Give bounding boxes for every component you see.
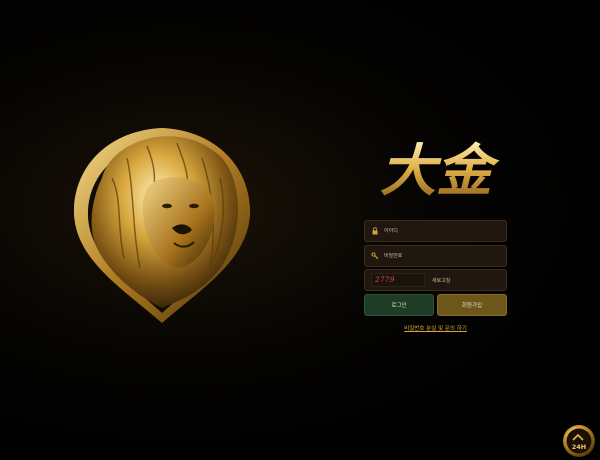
captcha-refresh-button[interactable]: 새로고침 <box>432 277 450 284</box>
captcha-code: 2779 <box>375 276 395 284</box>
password-field <box>364 244 507 267</box>
key-icon <box>371 251 379 260</box>
login-form: 2779 새로고침 로그인 회원가입 비밀번호 분실 및 문의 하기 <box>364 220 507 332</box>
find-password-link[interactable]: 비밀번호 분실 및 문의 하기 <box>364 324 507 332</box>
logo-text: 大金 <box>380 138 500 204</box>
badge-text: 24H <box>572 443 587 451</box>
brand-logo: 大金 <box>380 138 500 204</box>
captcha-image: 2779 <box>371 273 425 287</box>
lion-emblem-icon <box>73 128 251 323</box>
login-page: 大金 2779 새로고침 로그인 회원가입 비밀번호 분실 및 문의 하기 <box>0 0 600 460</box>
login-button[interactable]: 로그인 <box>364 293 434 316</box>
captcha-field: 2779 새로고침 <box>364 269 507 291</box>
join-button[interactable]: 회원가입 <box>437 293 507 316</box>
id-input[interactable] <box>384 228 494 234</box>
id-field <box>364 220 507 242</box>
password-input[interactable] <box>384 252 494 259</box>
lock-icon <box>371 227 379 235</box>
form-buttons: 로그인 회원가입 <box>364 293 507 316</box>
support-24h-badge[interactable]: 24H <box>562 424 596 458</box>
